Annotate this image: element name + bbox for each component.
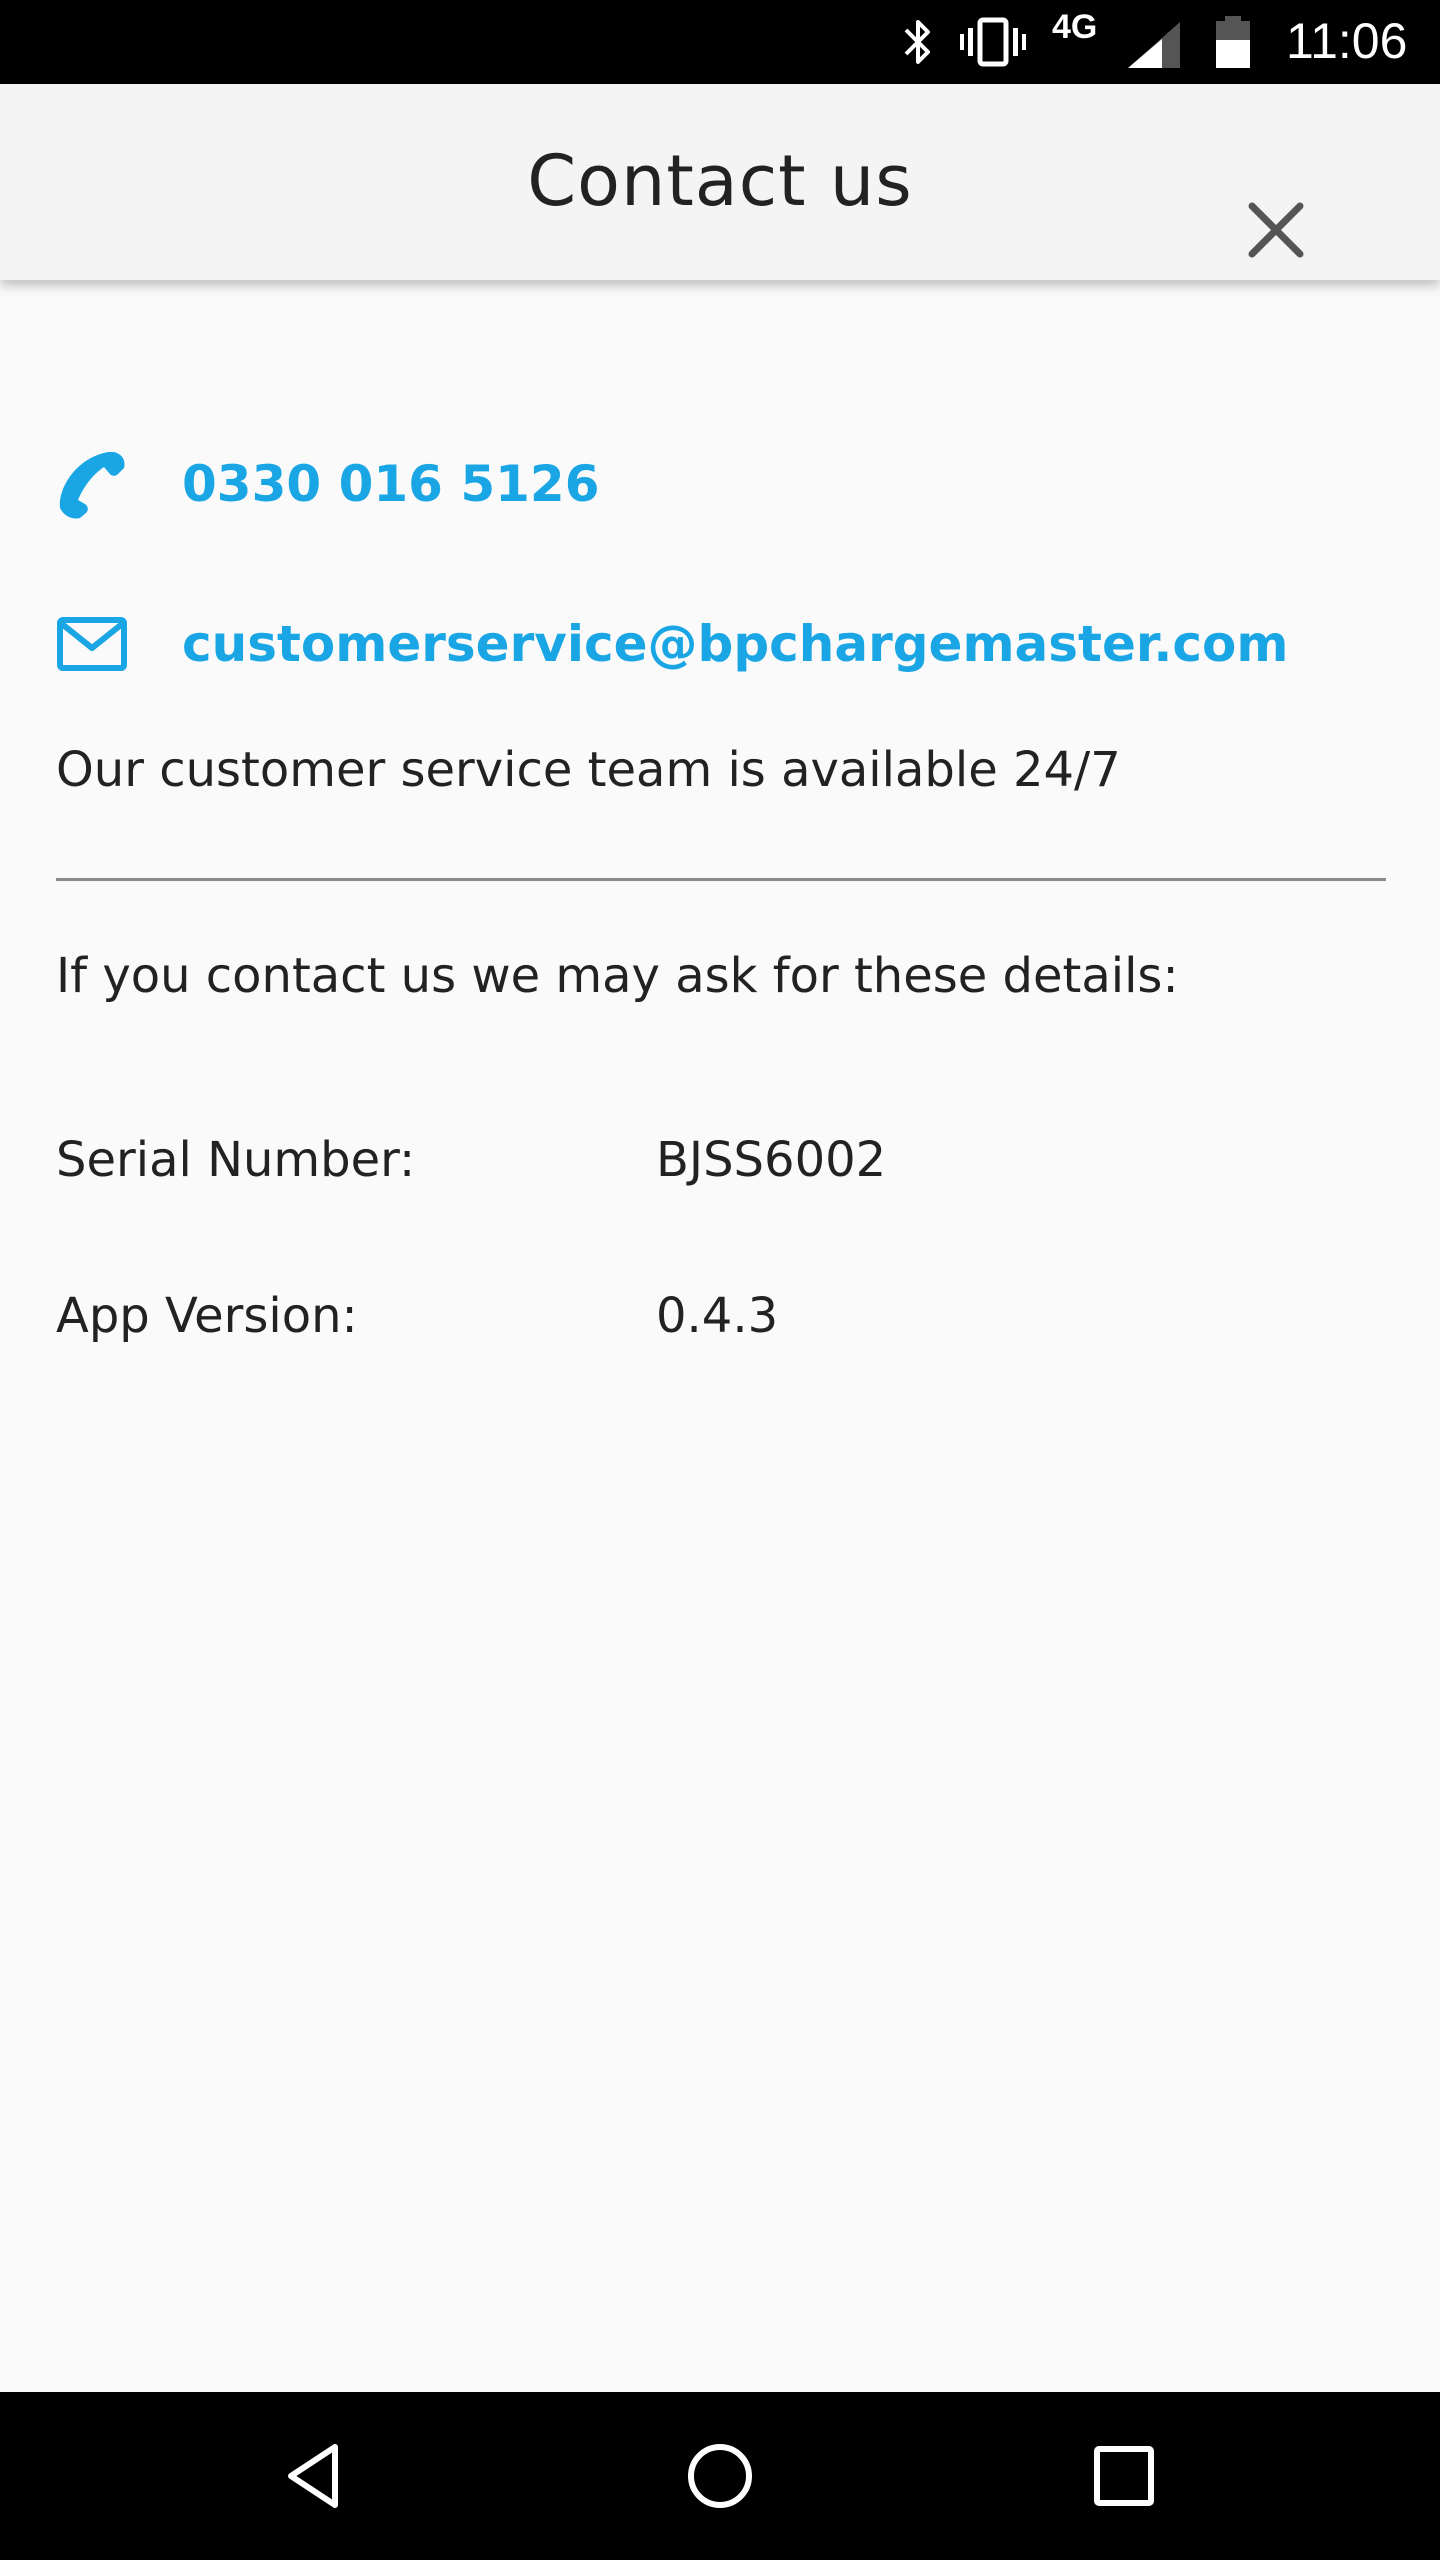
network-type: 4G	[1052, 8, 1098, 46]
app-version-value: 0.4.3	[656, 1288, 779, 1344]
close-icon	[1248, 202, 1304, 258]
availability-text: Our customer service team is available 2…	[56, 742, 1121, 798]
bluetooth-icon	[904, 20, 930, 64]
phone-link[interactable]: 0330 016 5126	[182, 455, 600, 513]
home-button[interactable]	[670, 2426, 770, 2526]
page-title: Contact us	[527, 140, 913, 222]
serial-number-label: Serial Number:	[56, 1132, 416, 1188]
app-bar: Contact us	[0, 84, 1440, 280]
navigation-bar	[0, 2392, 1440, 2560]
envelope-icon	[57, 617, 127, 671]
close-button[interactable]	[1236, 190, 1316, 270]
details-intro: If you contact us we may ask for these d…	[56, 948, 1179, 1004]
recents-icon	[1094, 2446, 1154, 2506]
vibrate-icon	[960, 17, 1026, 67]
email-link[interactable]: customerservice@bpchargemaster.com	[182, 615, 1288, 673]
phone-row[interactable]: 0330 016 5126	[56, 444, 600, 524]
divider	[56, 878, 1386, 881]
home-icon	[688, 2444, 752, 2508]
signal-icon	[1128, 22, 1180, 68]
contact-content: 0330 016 5126 customerservice@bpchargema…	[0, 280, 1440, 2390]
back-button[interactable]	[266, 2426, 366, 2526]
status-bar: 4G 11:06	[0, 0, 1440, 84]
email-row[interactable]: customerservice@bpchargemaster.com	[56, 604, 1288, 684]
back-icon	[288, 2444, 338, 2508]
serial-number-value: BJSS6002	[656, 1132, 887, 1188]
battery-icon	[1216, 16, 1250, 68]
phone-icon	[59, 452, 125, 519]
clock: 11:06	[1286, 13, 1408, 69]
recents-button[interactable]	[1074, 2426, 1174, 2526]
app-version-label: App Version:	[56, 1288, 358, 1344]
